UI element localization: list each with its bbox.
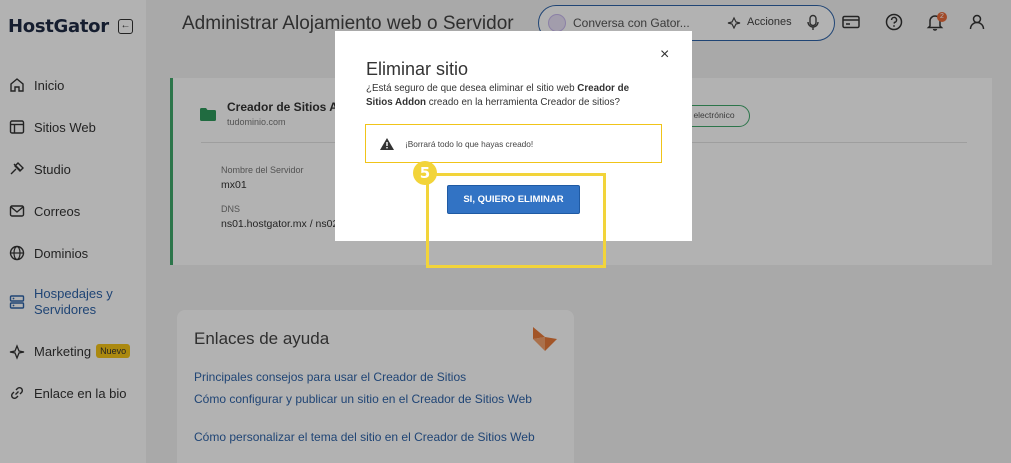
modal-message: ¿Está seguro de que desea eliminar el si… [366, 82, 656, 110]
tutorial-highlight-box [426, 173, 606, 268]
warning-text: ¡Borrará todo lo que hayas creado! [405, 139, 534, 149]
close-icon[interactable]: × [660, 47, 669, 63]
warning-box: ¡Borrará todo lo que hayas creado! [365, 124, 662, 163]
modal-message-prefix: ¿Está seguro de que desea eliminar el si… [366, 83, 578, 94]
modal-title: Eliminar sitio [366, 59, 469, 79]
modal-message-suffix: creado en la herramienta Creador de siti… [426, 97, 620, 108]
warning-icon [380, 138, 394, 150]
tutorial-step-badge: 5 [413, 161, 437, 185]
